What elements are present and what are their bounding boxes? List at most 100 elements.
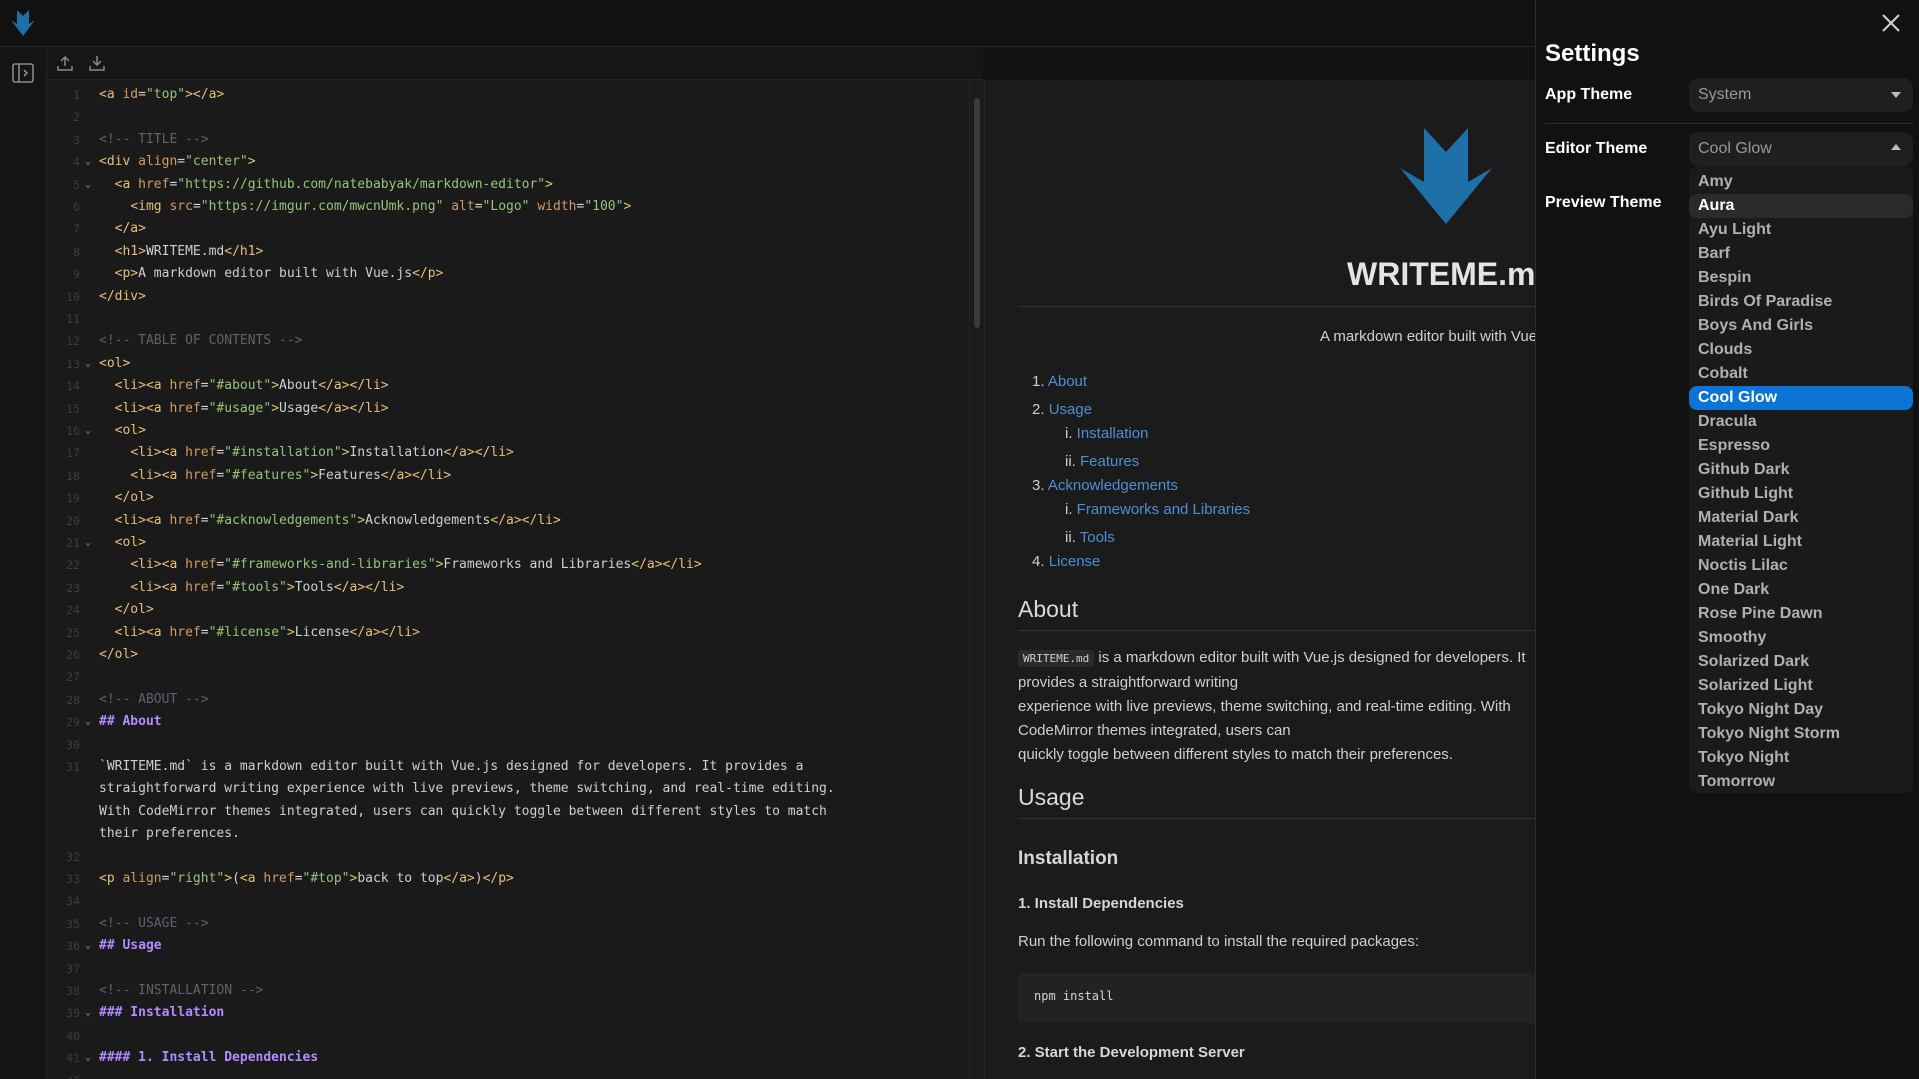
editor-line: 14 <li><a href="#about">About</a></li> — [47, 375, 967, 397]
app-theme-label: App Theme — [1545, 86, 1633, 103]
theme-option-label: One Dark — [1698, 581, 1770, 598]
theme-option[interactable]: Aura — [1689, 194, 1913, 218]
theme-option-label: Rose Pine Dawn — [1698, 605, 1823, 622]
line-number: 21 — [66, 536, 80, 550]
fold-chevron-icon[interactable]: ⌄ — [82, 174, 94, 196]
editor-line: 18 <li><a href="#features">Features</a><… — [47, 465, 967, 487]
theme-option[interactable]: Material Light — [1689, 530, 1913, 554]
theme-option[interactable]: Solarized Light — [1689, 674, 1913, 698]
fold-chevron-icon[interactable]: ⌄ — [82, 353, 94, 375]
fold-chevron-icon[interactable]: ⌄ — [82, 711, 94, 733]
theme-option[interactable]: Barf — [1689, 242, 1913, 266]
sidebar-toggle-icon[interactable] — [11, 61, 35, 85]
toc-link[interactable]: Installation — [1077, 425, 1149, 442]
theme-option[interactable]: Clouds — [1689, 338, 1913, 362]
editor-theme-select[interactable]: Cool Glow — [1689, 132, 1913, 166]
fold-chevron-icon[interactable]: ⌄ — [82, 532, 94, 554]
theme-option[interactable]: Rose Pine Dawn — [1689, 602, 1913, 626]
theme-option[interactable]: Birds Of Paradise — [1689, 290, 1913, 314]
theme-option[interactable]: Espresso — [1689, 434, 1913, 458]
toc-item: ii. Tools — [1065, 529, 1115, 546]
theme-option[interactable]: Cool Glow — [1689, 386, 1913, 410]
download-icon[interactable] — [88, 54, 106, 72]
editor-line: their preferences. — [47, 823, 967, 845]
code-text: ## Usage — [99, 938, 162, 954]
toc-link[interactable]: Usage — [1049, 401, 1092, 418]
theme-option[interactable]: Dracula — [1689, 410, 1913, 434]
close-icon[interactable] — [1880, 12, 1902, 34]
line-number: 1 — [73, 88, 80, 102]
toc-link[interactable]: License — [1049, 553, 1101, 570]
code-text: <!-- INSTALLATION --> — [99, 983, 264, 998]
editor-line: 5 ⌄ <a href="https://github.com/natebabya… — [47, 174, 967, 196]
editor-line: 19 </ol> — [47, 487, 967, 509]
code-text: straightforward writing experience with … — [99, 781, 835, 797]
editor-line: 22 <li><a href="#frameworks-and-librarie… — [47, 554, 967, 576]
toc-number: 2. — [1032, 401, 1049, 418]
theme-option[interactable]: Tokyo Night — [1689, 746, 1913, 770]
usage-heading: Usage — [1018, 784, 1085, 810]
upload-icon[interactable] — [56, 54, 74, 72]
code-text: <!-- ABOUT --> — [99, 691, 209, 707]
theme-option[interactable]: Github Dark — [1689, 458, 1913, 482]
fold-chevron-icon[interactable]: ⌄ — [82, 1047, 94, 1069]
toc-item: i. Frameworks and Libraries — [1065, 501, 1250, 518]
code-text: </ol> — [114, 490, 154, 506]
theme-option[interactable]: Material Dark — [1689, 506, 1913, 530]
code-editor[interactable]: 1 <a id="top"></a> 2 3 <!-- TITLE --> 4 ⌄ <div … — [47, 80, 983, 1079]
fold-chevron-icon[interactable]: ⌄ — [82, 1002, 94, 1024]
theme-option[interactable]: Github Light — [1689, 482, 1913, 506]
code-text: <li><a href="#usage">Usage</a></li> — [114, 400, 389, 416]
editor-scrollbar[interactable] — [969, 80, 984, 1079]
editor-line: With CodeMirror themes integrated, users… — [47, 801, 967, 823]
line-number: 33 — [66, 872, 80, 886]
editor-theme-dropdown[interactable]: Amy Aura Ayu Light Barf Bespin Birds Of Parad… — [1689, 166, 1913, 793]
line-number: 38 — [66, 984, 80, 998]
code-text: <li><a href="#features">Features</a></li… — [130, 467, 452, 483]
line-number: 7 — [73, 222, 80, 237]
code-text: </div> — [99, 288, 146, 304]
line-number: 2 — [73, 110, 80, 125]
editor-line: 3 <!-- TITLE --> — [47, 129, 967, 151]
theme-option[interactable]: Amy — [1689, 170, 1913, 194]
editor-line: 35 <!-- USAGE --> — [47, 913, 967, 935]
theme-option[interactable]: Cobalt — [1689, 362, 1913, 386]
theme-option-label: Ayu Light — [1698, 221, 1772, 238]
theme-option[interactable]: Tomorrow — [1689, 770, 1913, 793]
editor-scrollbar-thumb[interactable] — [974, 98, 980, 328]
app-theme-select[interactable]: System — [1689, 78, 1913, 112]
code-text: <ol> — [99, 355, 131, 371]
code-text: <p>A markdown editor built with Vue.js</… — [114, 266, 444, 282]
toc-link[interactable]: Frameworks and Libraries — [1077, 501, 1250, 518]
fold-chevron-icon[interactable]: ⌄ — [82, 935, 94, 957]
toc-link[interactable]: Tools — [1080, 529, 1115, 546]
theme-option[interactable]: Tokyo Night Day — [1689, 698, 1913, 722]
editor-line: 16 ⌄ <ol> — [47, 420, 967, 442]
line-number: 34 — [66, 894, 80, 909]
fold-chevron-icon[interactable]: ⌄ — [82, 151, 94, 173]
editor-line: 6 <img src="https://imgur.com/mwcnUmk.pn… — [47, 196, 967, 218]
theme-option[interactable]: Ayu Light — [1689, 218, 1913, 242]
theme-option[interactable]: Smoothy — [1689, 626, 1913, 650]
theme-option-label: Github Dark — [1698, 461, 1790, 478]
code-text: </ol> — [99, 647, 139, 662]
editor-line: 15 <li><a href="#usage">Usage</a></li> — [47, 398, 967, 420]
line-number: 9 — [73, 267, 80, 282]
app-logo-icon[interactable] — [8, 8, 38, 40]
toc-link[interactable]: Features — [1080, 453, 1139, 470]
editor-line: 10 </div> — [47, 286, 967, 308]
editor-line: 38 <!-- INSTALLATION --> — [47, 980, 967, 1002]
theme-option[interactable]: One Dark — [1689, 578, 1913, 602]
about-inline-code: WRITEME.md — [1018, 650, 1095, 667]
theme-option[interactable]: Boys And Girls — [1689, 314, 1913, 338]
theme-option[interactable]: Bespin — [1689, 266, 1913, 290]
theme-option[interactable]: Noctis Lilac — [1689, 554, 1913, 578]
theme-option[interactable]: Tokyo Night Storm — [1689, 722, 1913, 746]
about-text-3: quickly toggle between different styles … — [1018, 746, 1453, 763]
toc-link[interactable]: About — [1048, 373, 1087, 390]
fold-chevron-icon[interactable]: ⌄ — [82, 420, 94, 442]
toc-link[interactable]: Acknowledgements — [1048, 477, 1178, 494]
theme-option-label: Amy — [1698, 173, 1733, 190]
theme-option[interactable]: Solarized Dark — [1689, 650, 1913, 674]
chevron-up-icon — [1891, 144, 1901, 150]
